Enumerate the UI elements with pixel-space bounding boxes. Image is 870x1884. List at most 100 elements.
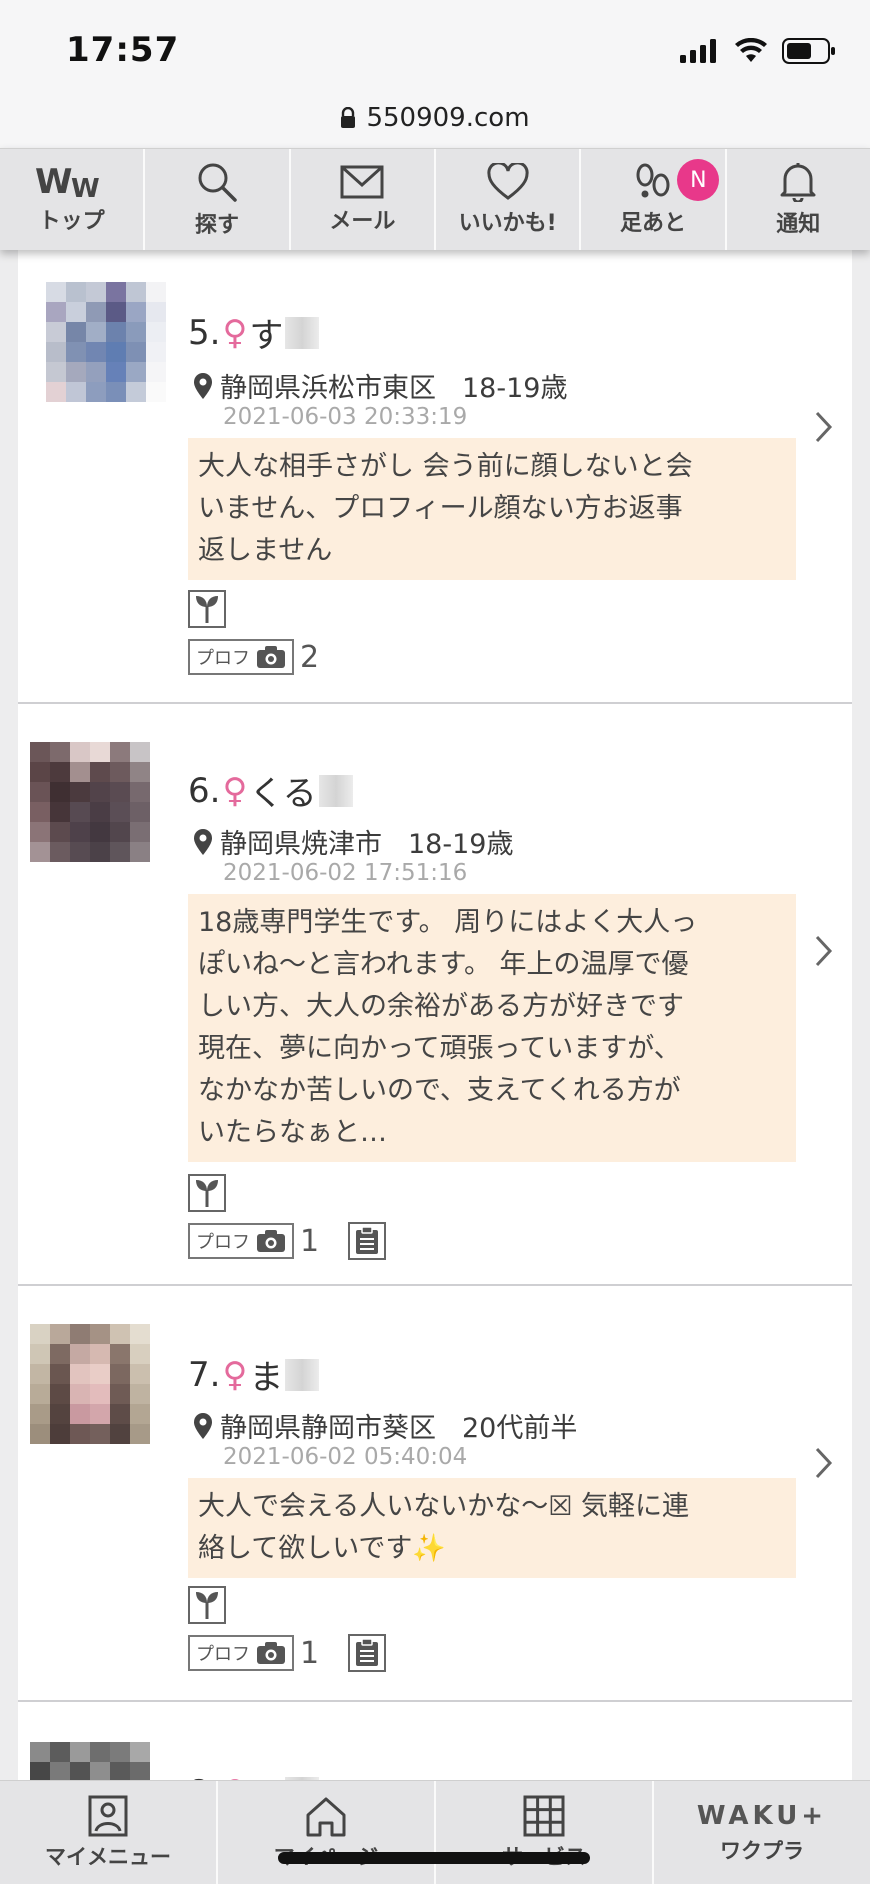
nav-label: 通知 bbox=[776, 211, 821, 237]
message-line: 大人で会える人いないかな～☒ 気軽に連 bbox=[198, 1491, 689, 1522]
profile-photo-badge[interactable]: プロフ bbox=[188, 1223, 294, 1259]
profile-photo-row: プロフ 2 bbox=[188, 639, 330, 675]
mail-icon bbox=[340, 165, 384, 198]
map-pin-icon bbox=[194, 372, 212, 399]
nav-item-footprints[interactable]: N 足あと bbox=[581, 149, 727, 250]
signal-icon bbox=[680, 39, 716, 63]
svg-text:W: W bbox=[35, 165, 73, 199]
message-line: 現在、夢に向かって頑張っていますが、 bbox=[198, 1033, 681, 1064]
list-item[interactable]: 7. ♀ ま 静岡県静岡市葵区 20代前半 2021-06-02 05:40:0… bbox=[18, 1286, 852, 1702]
message-box: 18歳専門学生です。 周りにはよく大人っ ぽいね～と言われます。 年上の温厚で優… bbox=[188, 894, 796, 1162]
timestamp: 2021-06-02 17:51:16 bbox=[223, 860, 468, 886]
profile-photo-badge[interactable]: プロフ bbox=[188, 1635, 294, 1671]
message-box: 大人で会える人いないかな～☒ 気軽に連 絡して欲しいです✨ bbox=[188, 1478, 796, 1578]
avatar[interactable] bbox=[46, 282, 166, 402]
location-text: 静岡県焼津市 bbox=[220, 829, 382, 860]
document-icon bbox=[356, 1639, 378, 1666]
bottom-nav-services[interactable]: サービス bbox=[436, 1781, 654, 1884]
message-line: いたらなぁと… bbox=[198, 1117, 387, 1148]
url-text: 550909.com bbox=[366, 103, 530, 133]
message-line: 絡して欲しいです✨ bbox=[198, 1533, 446, 1564]
blurred-name bbox=[285, 1358, 320, 1391]
user-list: 5. ♀ す 静岡県浜松市東区 18-19歳 2021-06-03 20:33:… bbox=[18, 250, 852, 1780]
profile-photo-row: プロフ 1 bbox=[188, 1634, 386, 1672]
location-row: 静岡県浜松市東区 18-19歳 bbox=[192, 366, 567, 405]
notification-badge: N bbox=[677, 159, 720, 201]
card-title: 6. ♀ くる bbox=[188, 766, 353, 815]
sprout-icon bbox=[196, 1592, 218, 1619]
user-name: す bbox=[249, 316, 284, 356]
map-pin-icon bbox=[194, 1412, 212, 1439]
list-item[interactable]: 6. ♀ くる 静岡県焼津市 18-19歳 2021-06-02 17:51:1… bbox=[18, 704, 852, 1286]
chevron-right-icon[interactable] bbox=[814, 1446, 834, 1480]
profile-photo-badge[interactable]: プロフ bbox=[188, 639, 294, 675]
message-line: なかなか苦しいので、支えてくれる方が bbox=[198, 1075, 681, 1106]
list-item[interactable]: 8. ♀ は bbox=[18, 1702, 852, 1780]
rank-number: 8. bbox=[188, 1773, 220, 1781]
rank-number: 6. bbox=[188, 770, 221, 811]
location-text: 静岡県静岡市葵区 bbox=[220, 1413, 436, 1444]
nav-label: 足あと bbox=[619, 210, 686, 236]
wakuplus-logo-icon: WAKU+ bbox=[696, 1800, 828, 1831]
beginner-badge bbox=[188, 1586, 226, 1624]
female-icon: ♀ bbox=[222, 312, 248, 353]
message-line: 返しません bbox=[198, 535, 333, 566]
nav-label: メール bbox=[329, 208, 396, 234]
bottom-nav-my-page[interactable]: マイページ bbox=[218, 1781, 436, 1884]
nav-item-like[interactable]: いいかも! bbox=[436, 149, 582, 250]
age-text: 20代前半 bbox=[462, 1413, 578, 1444]
location-row: 静岡県焼津市 18-19歳 bbox=[192, 822, 513, 861]
blurred-name bbox=[318, 774, 353, 807]
user-icon bbox=[88, 1795, 128, 1836]
prof-label: プロフ bbox=[196, 1644, 250, 1665]
status-bar: 17:57 bbox=[0, 0, 870, 98]
status-icons bbox=[680, 38, 836, 64]
prof-label: プロフ bbox=[196, 648, 250, 669]
bottom-nav: マイメニュー マイページ サービス WAKU+ ワクプラ bbox=[0, 1780, 870, 1884]
avatar[interactable] bbox=[30, 742, 150, 862]
top-nav: W W トップ 探す メール いいかも! N 足あと 通知 bbox=[0, 148, 870, 250]
bottom-nav-label: ワクプラ bbox=[720, 1838, 804, 1863]
blurred-name bbox=[285, 316, 320, 349]
nav-item-search[interactable]: 探す bbox=[145, 149, 291, 250]
sprout-icon bbox=[196, 1180, 218, 1207]
chevron-right-icon[interactable] bbox=[814, 934, 834, 968]
wifi-icon bbox=[735, 38, 767, 62]
bottom-nav-my-menu[interactable]: マイメニュー bbox=[0, 1781, 218, 1884]
sprout-icon bbox=[196, 596, 218, 623]
ww-logo-icon: W W bbox=[35, 165, 100, 199]
card-title: 5. ♀ す bbox=[188, 308, 320, 357]
age-text: 18-19歳 bbox=[408, 829, 514, 860]
lock-icon bbox=[341, 107, 356, 128]
timestamp: 2021-06-03 20:33:19 bbox=[223, 404, 468, 430]
grid-icon bbox=[523, 1795, 565, 1836]
avatar[interactable] bbox=[30, 1324, 150, 1444]
location-row: 静岡県静岡市葵区 20代前半 bbox=[192, 1406, 577, 1445]
photo-count: 1 bbox=[300, 1635, 320, 1671]
avatar[interactable] bbox=[30, 1742, 150, 1780]
profile-doc-badge[interactable] bbox=[348, 1634, 386, 1672]
message-line: いません、プロフィール顔ない方お返事 bbox=[198, 493, 683, 524]
female-icon: ♀ bbox=[222, 1773, 247, 1781]
camera-icon bbox=[257, 1642, 285, 1664]
nav-item-notifications[interactable]: 通知 bbox=[727, 149, 870, 250]
nav-item-top[interactable]: W W トップ bbox=[0, 149, 146, 250]
nav-label: いいかも! bbox=[458, 210, 557, 236]
list-item[interactable]: 5. ♀ す 静岡県浜松市東区 18-19歳 2021-06-03 20:33:… bbox=[18, 250, 852, 704]
document-icon bbox=[356, 1227, 378, 1254]
photo-count: 1 bbox=[300, 1223, 320, 1259]
bottom-nav-label: マイメニュー bbox=[45, 1844, 171, 1869]
nav-item-mail[interactable]: メール bbox=[291, 149, 436, 250]
search-icon bbox=[198, 163, 237, 202]
chevron-right-icon[interactable] bbox=[814, 410, 834, 444]
location-text: 静岡県浜松市東区 bbox=[220, 373, 436, 404]
beginner-badge bbox=[188, 1174, 226, 1212]
profile-doc-badge[interactable] bbox=[348, 1222, 386, 1260]
bottom-nav-wakuplus[interactable]: WAKU+ ワクプラ bbox=[654, 1781, 870, 1884]
message-line: しい方、大人の余裕がある方が好きです bbox=[198, 991, 684, 1022]
female-icon: ♀ bbox=[222, 770, 248, 811]
rank-number: 5. bbox=[188, 312, 221, 353]
address-bar[interactable]: 550909.com bbox=[0, 88, 870, 148]
profile-photo-row: プロフ 1 bbox=[188, 1222, 386, 1260]
nav-label: トップ bbox=[38, 208, 105, 234]
